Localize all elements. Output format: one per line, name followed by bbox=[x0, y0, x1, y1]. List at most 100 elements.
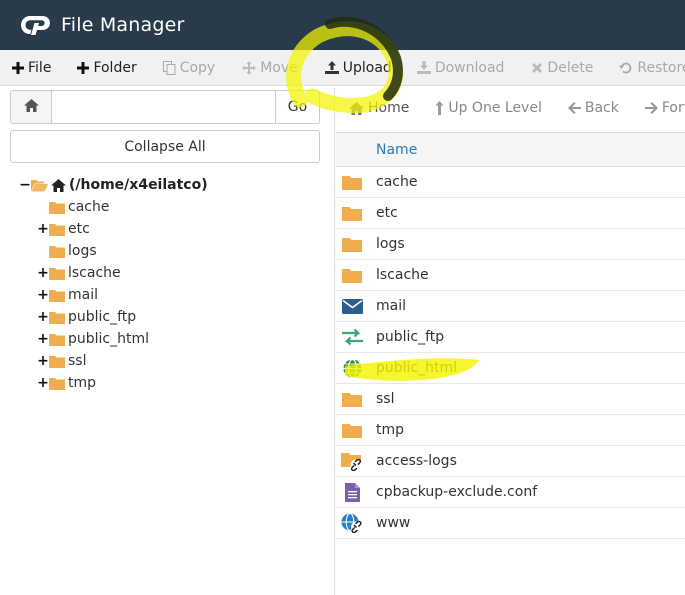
tree-item-cache[interactable]: cache bbox=[37, 196, 109, 218]
file-row[interactable]: mail bbox=[336, 291, 685, 322]
file-name: public_ftp bbox=[376, 329, 445, 345]
copy-button[interactable]: Copy bbox=[162, 50, 215, 86]
home-path-button[interactable] bbox=[10, 90, 52, 124]
delete-label: Delete bbox=[547, 59, 594, 76]
tree-item-tmp[interactable]: + tmp bbox=[37, 372, 96, 394]
file-row[interactable]: public_ftp bbox=[336, 322, 685, 353]
name-column-header[interactable]: Name bbox=[376, 142, 417, 158]
tree-item-lscache[interactable]: + lscache bbox=[37, 262, 121, 284]
delete-button[interactable]: Delete bbox=[531, 50, 593, 86]
up-one-level-button[interactable]: Up One Level bbox=[435, 90, 542, 126]
folder-icon bbox=[49, 289, 65, 302]
file-name: access-logs bbox=[376, 453, 457, 469]
folder-icon bbox=[341, 237, 363, 252]
new-file-label: File bbox=[28, 59, 52, 76]
file-row[interactable]: cache bbox=[336, 167, 685, 198]
nav-home-button[interactable]: Home bbox=[349, 90, 409, 126]
folder-icon bbox=[49, 377, 65, 390]
home-icon bbox=[24, 98, 39, 116]
upload-button[interactable]: Upload bbox=[324, 50, 392, 86]
folder-icon bbox=[49, 223, 65, 236]
file-row[interactable]: tmp bbox=[336, 415, 685, 446]
new-folder-button[interactable]: Folder bbox=[77, 50, 137, 86]
tree-item-mail[interactable]: + mail bbox=[37, 284, 98, 306]
new-folder-label: Folder bbox=[93, 59, 137, 76]
file-row[interactable]: lscache bbox=[336, 260, 685, 291]
folder-icon bbox=[49, 333, 65, 346]
download-button[interactable]: Download bbox=[416, 50, 505, 86]
tree-item-etc[interactable]: + etc bbox=[37, 218, 90, 240]
expand-toggle-icon[interactable]: + bbox=[37, 331, 49, 347]
path-input[interactable] bbox=[51, 90, 276, 124]
file-name: www bbox=[376, 515, 411, 531]
mail-icon bbox=[341, 298, 363, 314]
move-button[interactable]: Move bbox=[242, 50, 298, 86]
download-icon bbox=[416, 61, 431, 74]
expand-toggle-icon[interactable]: + bbox=[37, 375, 49, 391]
tree-item-public-html[interactable]: + public_html bbox=[37, 328, 149, 350]
restore-button[interactable]: Restore bbox=[619, 50, 685, 86]
tree-item-label: cache bbox=[68, 199, 110, 215]
home-icon bbox=[349, 101, 364, 115]
expand-toggle-icon[interactable]: + bbox=[37, 309, 49, 325]
folder-icon bbox=[49, 201, 65, 214]
folder-icon bbox=[49, 267, 65, 280]
back-label: Back bbox=[584, 100, 619, 116]
collapse-all-button[interactable]: Collapse All bbox=[10, 130, 320, 163]
panel-divider[interactable] bbox=[334, 88, 335, 595]
globe-icon bbox=[341, 358, 363, 378]
folder-icon bbox=[341, 175, 363, 190]
file-row[interactable]: public_html bbox=[336, 353, 685, 384]
folder-link-icon bbox=[341, 452, 363, 471]
expand-toggle-icon[interactable]: + bbox=[37, 353, 49, 369]
cpanel-logo[interactable] bbox=[20, 13, 52, 37]
app-header: File Manager bbox=[0, 0, 685, 50]
nav-home-label: Home bbox=[368, 100, 410, 116]
directory-nav: Home Up One Level Back Forwa bbox=[335, 90, 685, 126]
file-name: logs bbox=[376, 236, 405, 252]
folder-icon bbox=[49, 245, 65, 258]
tree-item-label: public_html bbox=[68, 331, 150, 347]
home-icon bbox=[51, 178, 66, 192]
back-button[interactable]: Back bbox=[567, 90, 619, 126]
expand-toggle-icon[interactable]: + bbox=[37, 287, 49, 303]
upload-icon bbox=[324, 61, 339, 74]
collapse-toggle-icon[interactable]: − bbox=[19, 177, 31, 193]
folder-icon bbox=[341, 392, 363, 407]
globe-link-icon bbox=[341, 513, 363, 533]
file-row[interactable]: access-logs bbox=[336, 446, 685, 477]
tree-item-logs[interactable]: logs bbox=[37, 240, 97, 262]
tree-root[interactable]: − (/home/x4eilatco) bbox=[19, 174, 208, 196]
tree-item-label: logs bbox=[68, 243, 97, 259]
file-row[interactable]: logs bbox=[336, 229, 685, 260]
file-row[interactable]: etc bbox=[336, 198, 685, 229]
file-row[interactable]: www bbox=[336, 508, 685, 539]
forward-label: Forwa bbox=[661, 100, 685, 116]
level-up-icon bbox=[435, 101, 444, 115]
tree-item-public-ftp[interactable]: + public_ftp bbox=[37, 306, 136, 328]
expand-toggle-icon[interactable]: + bbox=[37, 221, 49, 237]
up-one-level-label: Up One Level bbox=[448, 100, 542, 116]
tree-item-label: tmp bbox=[68, 375, 97, 391]
tree-item-ssl[interactable]: + ssl bbox=[37, 350, 86, 372]
go-button[interactable]: Go bbox=[275, 90, 320, 124]
forward-button[interactable]: Forwa bbox=[644, 90, 685, 126]
file-name: etc bbox=[376, 205, 398, 221]
delete-icon bbox=[531, 62, 543, 74]
tree-item-label: lscache bbox=[68, 265, 121, 281]
file-name: cache bbox=[376, 174, 418, 190]
folder-open-icon bbox=[31, 179, 48, 192]
tree-root-label: (/home/x4eilatco) bbox=[69, 177, 208, 193]
restore-icon bbox=[619, 61, 633, 75]
download-label: Download bbox=[434, 59, 505, 76]
file-row[interactable]: ssl bbox=[336, 384, 685, 415]
expand-toggle-icon[interactable]: + bbox=[37, 265, 49, 281]
upload-label: Upload bbox=[342, 59, 392, 76]
toolbar: File Folder Copy Move Upload Download De… bbox=[0, 50, 685, 86]
file-icon bbox=[341, 482, 363, 502]
move-label: Move bbox=[260, 59, 298, 76]
folder-icon bbox=[341, 423, 363, 438]
plus-icon bbox=[77, 61, 90, 74]
new-file-button[interactable]: File bbox=[12, 50, 51, 86]
file-row[interactable]: cpbackup-exclude.conf bbox=[336, 477, 685, 508]
